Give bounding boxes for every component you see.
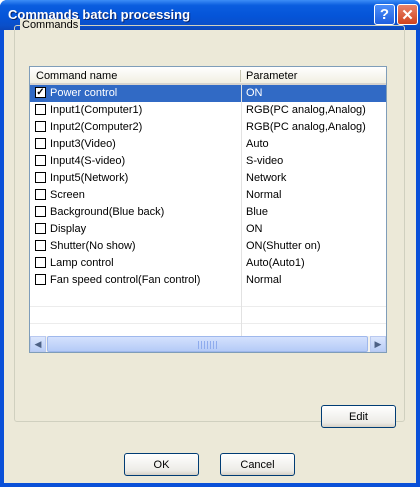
- arrow-right-icon: ▶: [374, 338, 382, 349]
- command-name-cell: Fan speed control(Fan control): [50, 274, 201, 286]
- empty-row-gridline: [30, 323, 386, 324]
- checkbox-checked[interactable]: ✓: [35, 87, 46, 98]
- parameter-cell: Blue: [246, 206, 269, 218]
- table-row[interactable]: Display ON: [30, 221, 386, 238]
- parameter-cell: Normal: [246, 189, 282, 201]
- table-row[interactable]: Input5(Network) Network: [30, 170, 386, 187]
- table-row[interactable]: Screen Normal: [30, 187, 386, 204]
- help-button[interactable]: ?: [374, 4, 395, 25]
- table-row[interactable]: Lamp control Auto(Auto1): [30, 255, 386, 272]
- checkbox[interactable]: [35, 189, 46, 200]
- checkbox[interactable]: [35, 257, 46, 268]
- scroll-right-button[interactable]: ▶: [370, 336, 386, 352]
- parameter-cell: Normal: [246, 274, 282, 286]
- table-row[interactable]: Input4(S-video) S-video: [30, 153, 386, 170]
- parameter-cell: Auto(Auto1): [246, 257, 305, 269]
- table-row[interactable]: Input3(Video) Auto: [30, 136, 386, 153]
- table-row[interactable]: Shutter(No show) ON(Shutter on): [30, 238, 386, 255]
- checkbox[interactable]: [35, 155, 46, 166]
- parameter-cell: RGB(PC analog,Analog): [246, 121, 366, 133]
- checkbox[interactable]: [35, 138, 46, 149]
- arrow-left-icon: ◀: [34, 338, 42, 349]
- edit-button[interactable]: Edit: [321, 405, 396, 428]
- close-button[interactable]: ✕: [397, 4, 418, 25]
- parameter-cell: Auto: [246, 138, 269, 150]
- command-name-cell: Input1(Computer1): [50, 104, 143, 116]
- command-name-cell: Lamp control: [50, 257, 114, 269]
- parameter-cell: ON(Shutter on): [246, 240, 321, 252]
- command-name-cell: Input3(Video): [50, 138, 116, 150]
- checkbox[interactable]: [35, 172, 46, 183]
- help-icon: ?: [379, 6, 390, 23]
- checkbox[interactable]: [35, 223, 46, 234]
- close-icon: ✕: [401, 6, 414, 24]
- ok-button[interactable]: OK: [124, 453, 199, 476]
- cancel-button[interactable]: Cancel: [220, 453, 295, 476]
- checkbox[interactable]: [35, 104, 46, 115]
- table-row[interactable]: ✓ Power control ON: [30, 85, 386, 102]
- table-row[interactable]: Background(Blue back) Blue: [30, 204, 386, 221]
- table-row[interactable]: Fan speed control(Fan control) Normal: [30, 272, 386, 289]
- command-name-cell: Input4(S-video): [50, 155, 126, 167]
- parameter-cell: S-video: [246, 155, 284, 167]
- horizontal-scrollbar[interactable]: ◀ ▶: [30, 336, 386, 352]
- command-name-cell: Power control: [50, 87, 118, 99]
- command-name-cell: Screen: [50, 189, 85, 201]
- command-name-cell: Input5(Network): [50, 172, 129, 184]
- parameter-cell: ON: [246, 223, 263, 235]
- parameter-cell: RGB(PC analog,Analog): [246, 104, 366, 116]
- list-header: Command name Parameter: [30, 67, 386, 85]
- command-name-cell: Shutter(No show): [50, 240, 136, 252]
- checkbox[interactable]: [35, 274, 46, 285]
- command-name-cell: Input2(Computer2): [50, 121, 143, 133]
- grip-icon: [198, 341, 218, 349]
- column-gridline: [241, 85, 242, 337]
- column-header-command-name[interactable]: Command name: [36, 70, 117, 82]
- table-row[interactable]: Input2(Computer2) RGB(PC analog,Analog): [30, 119, 386, 136]
- commands-group-label: Commands: [20, 19, 81, 31]
- checkbox[interactable]: [35, 240, 46, 251]
- column-header-parameter[interactable]: Parameter: [246, 70, 297, 82]
- column-divider[interactable]: [240, 70, 241, 82]
- table-row[interactable]: Input1(Computer1) RGB(PC analog,Analog): [30, 102, 386, 119]
- commands-list[interactable]: Command name Parameter ✓ Power control ON I…: [29, 66, 387, 353]
- command-name-cell: Background(Blue back): [50, 206, 165, 218]
- command-name-cell: Display: [50, 223, 87, 235]
- parameter-cell: Network: [246, 172, 287, 184]
- scrollbar-thumb[interactable]: [47, 336, 368, 352]
- scroll-left-button[interactable]: ◀: [30, 336, 46, 352]
- empty-row-gridline: [30, 306, 386, 307]
- checkbox[interactable]: [35, 121, 46, 132]
- checkbox[interactable]: [35, 206, 46, 217]
- parameter-cell: ON: [246, 87, 263, 99]
